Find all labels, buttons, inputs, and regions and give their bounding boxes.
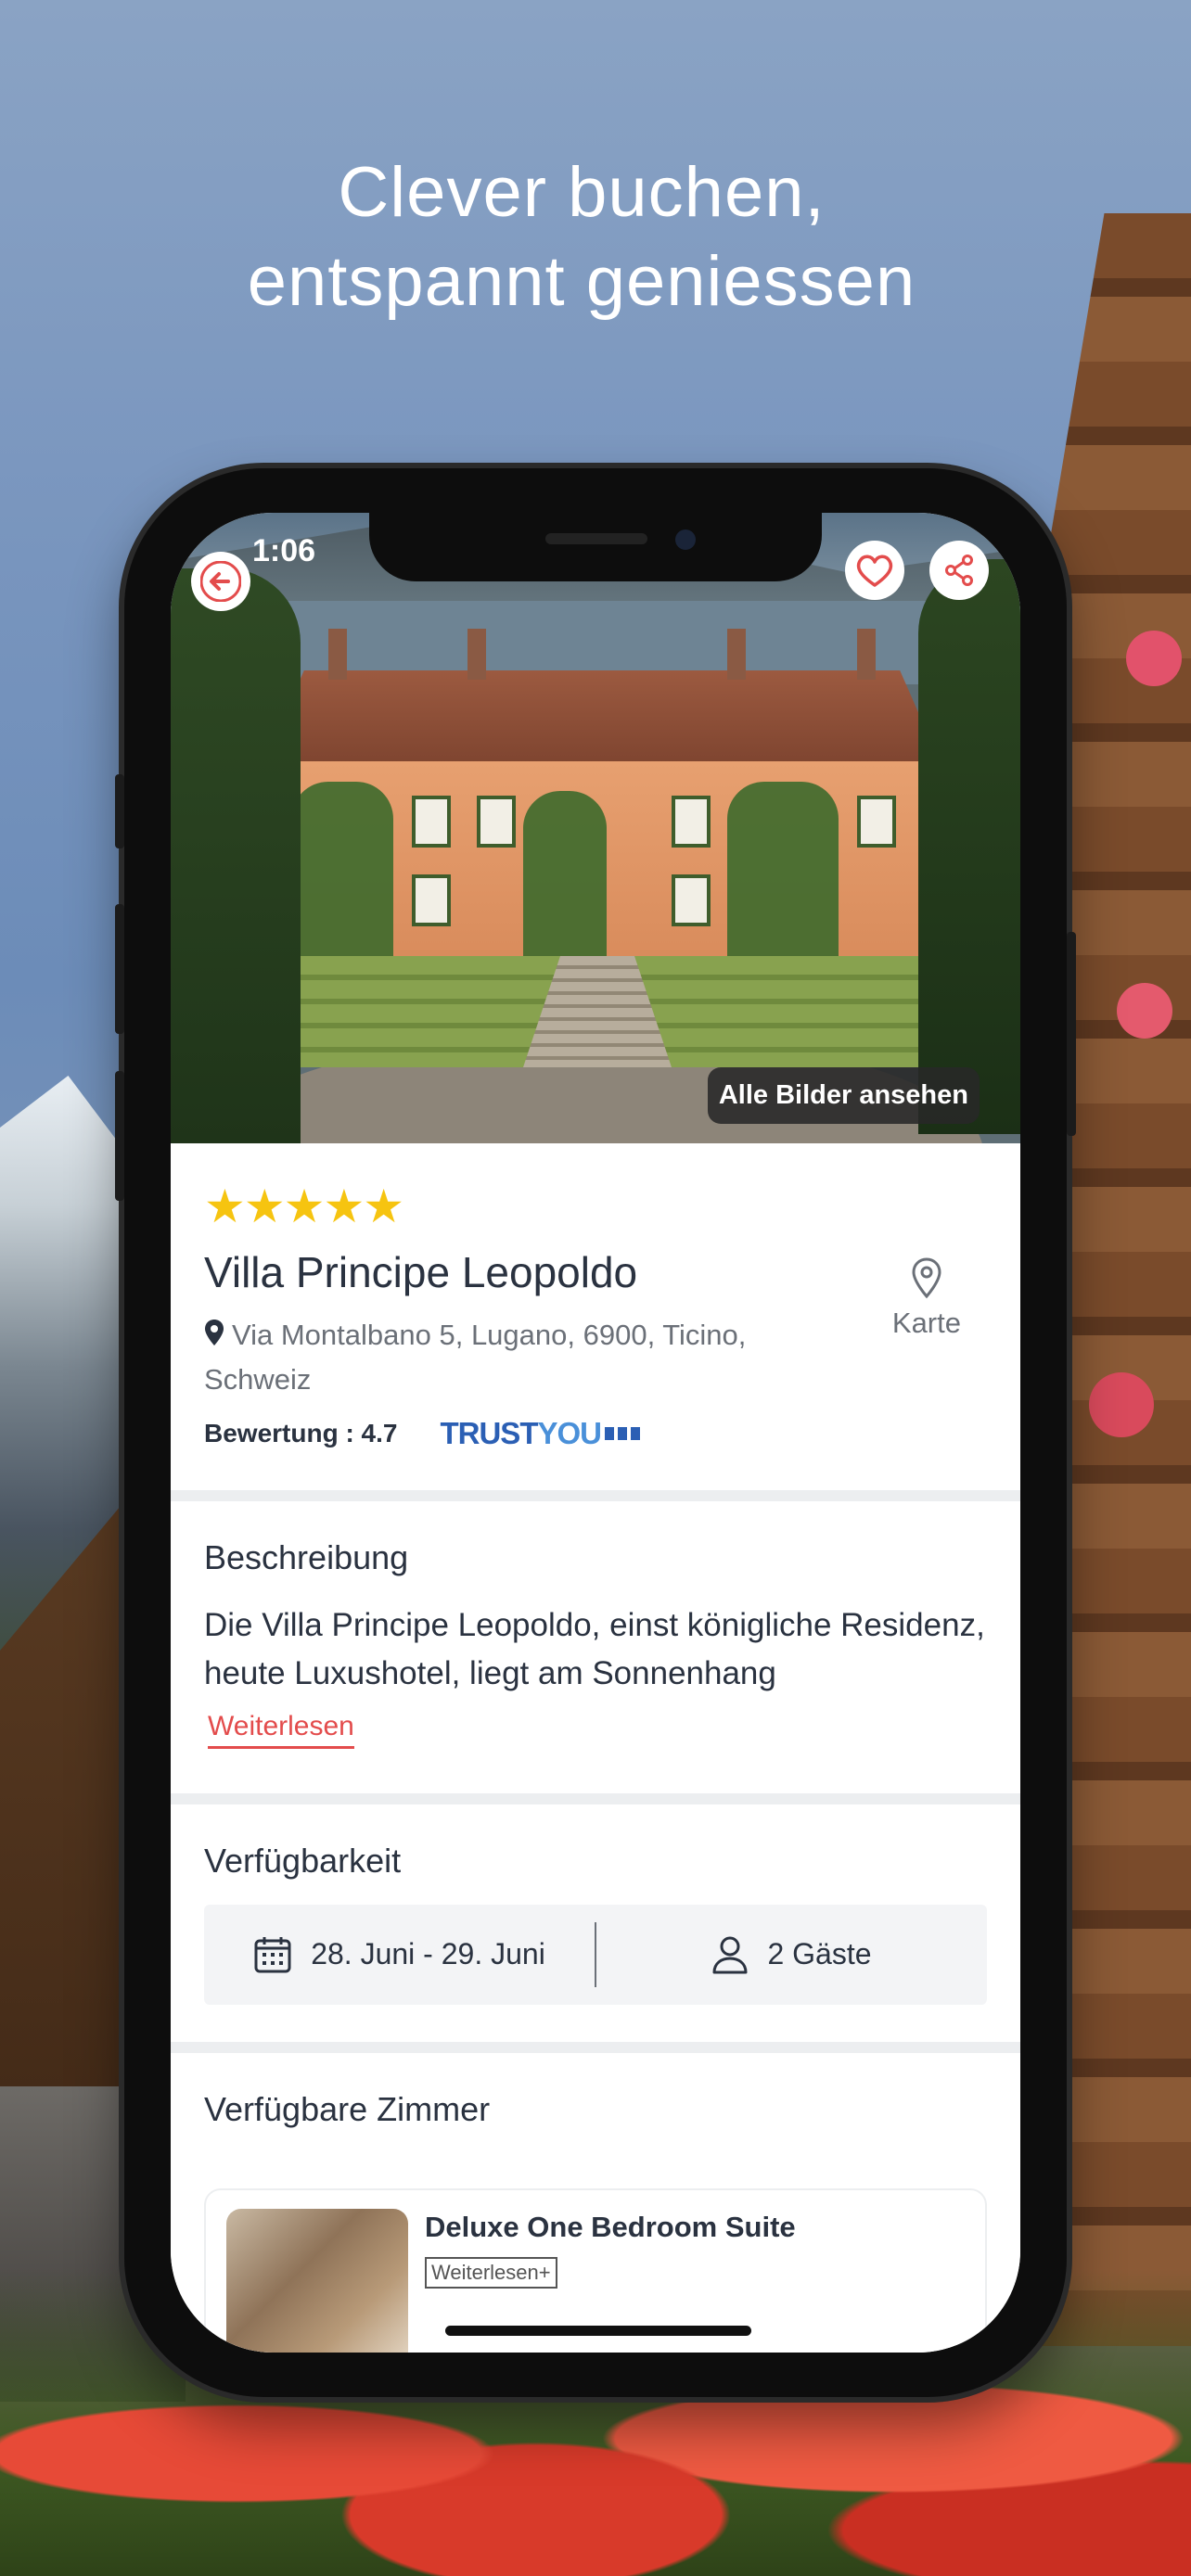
headline-line-1: Clever buchen, [338,153,826,232]
description-title: Beschreibung [204,1537,409,1576]
map-button[interactable]: Karte [892,1256,961,1340]
hotel-header-section: ★★★★★ Villa Principe Leopoldo Via Montal… [171,1143,1020,1490]
all-photos-button[interactable]: Alle Bilder ansehen [707,1067,980,1124]
marketing-headline: Clever buchen, entspannt geniessen [0,148,1163,326]
trees-left [171,568,301,1143]
section-divider [171,1489,1020,1501]
hotel-address: Via Montalbano 5, Lugano, 6900, Ticino, … [204,1314,816,1401]
date-range-button[interactable]: 28. Juni - 29. Juni [204,1935,595,1974]
guests-button[interactable]: 2 Gäste [596,1935,987,1974]
map-pin-icon [912,1257,941,1299]
star-rating: ★★★★★ [204,1180,404,1232]
trustyou-logo-part2: YOU [537,1415,602,1450]
phone-power-button [1067,932,1076,1136]
headline-line-2: entspannt geniessen [247,242,916,321]
rating-value: Bewertung : 4.7 [204,1418,398,1447]
read-more-link[interactable]: Weiterlesen [208,1711,354,1749]
rooms-section: Verfügbare Zimmer Deluxe One Bedroom Sui… [171,2052,1020,2353]
app-screen: Alle Bilder ansehen 1:06 ★★★★★ Villa Pri… [171,513,1020,2353]
hotel-name: Villa Principe Leopoldo [204,1248,638,1296]
heart-icon [856,555,893,587]
hotel-hero-image[interactable]: Alle Bilder ansehen [171,513,1020,1143]
date-range-text: 28. Juni - 29. Juni [311,1937,545,1971]
speaker [545,533,647,544]
person-icon [712,1936,748,1974]
villa-window [477,796,516,848]
hotel-detail-content[interactable]: ★★★★★ Villa Principe Leopoldo Via Montal… [171,1143,1020,2353]
trees-right [918,559,1020,1134]
villa-window [412,874,451,926]
villa-ivy [291,782,393,967]
back-button[interactable] [191,552,250,611]
share-button[interactable] [929,541,989,600]
balcony-flowers [1117,983,1172,1039]
phone-side-button [115,774,124,848]
balcony-flowers [1126,631,1182,686]
guests-text: 2 Gäste [767,1937,872,1971]
availability-section: Verfügbarkeit 28. Juni - 29. Juni 2 Gäst… [171,1804,1020,2005]
availability-title: Verfügbarkeit [204,1841,402,1880]
villa-roof [263,670,941,763]
villa-window [672,874,711,926]
rating-row: Bewertung : 4.7 TRUST YOU [204,1416,987,1490]
trustyou-logo: TRUST YOU [440,1416,642,1451]
villa-window [857,796,896,848]
trustyou-logo-part1: TRUST [440,1415,538,1450]
villa-chimney [727,629,746,680]
balcony-flowers [1089,1372,1154,1437]
calendar-icon [254,1936,291,1973]
trustyou-bars-icon [605,1426,642,1440]
villa-window [412,796,451,848]
rooms-title: Verfügbare Zimmer [204,2089,491,2128]
address-text: Via Montalbano 5, Lugano, 6900, Ticino, … [204,1319,747,1396]
map-label: Karte [891,1307,961,1339]
section-divider [171,1792,1020,1804]
villa-ivy [523,791,607,976]
room-read-more-button[interactable]: Weiterlesen+ [425,2256,557,2289]
status-time: 1:06 [252,533,316,568]
back-arrow-icon [200,561,241,602]
availability-selector: 28. Juni - 29. Juni 2 Gäste [204,1904,987,2005]
villa-ivy [727,782,839,967]
section-divider [171,2041,1020,2053]
room-name: Deluxe One Bedroom Suite [425,2210,796,2243]
villa-chimney [467,629,486,680]
phone-volume-down [115,1071,124,1201]
location-pin-icon [204,1316,224,1358]
notch [369,513,822,581]
share-icon [945,555,973,586]
phone-volume-up [115,904,124,1034]
front-camera [675,529,696,550]
home-indicator[interactable] [445,2326,751,2336]
phone-frame: Alle Bilder ansehen 1:06 ★★★★★ Villa Pri… [115,468,1076,2397]
villa-chimney [328,629,347,680]
villa-chimney [857,629,876,680]
room-image [226,2208,408,2353]
villa-window [672,796,711,848]
description-section: Beschreibung Die Villa Principe Leopoldo… [171,1500,1020,1793]
favorite-button[interactable] [845,541,904,600]
description-text: Die Villa Principe Leopoldo, einst könig… [204,1606,985,1691]
